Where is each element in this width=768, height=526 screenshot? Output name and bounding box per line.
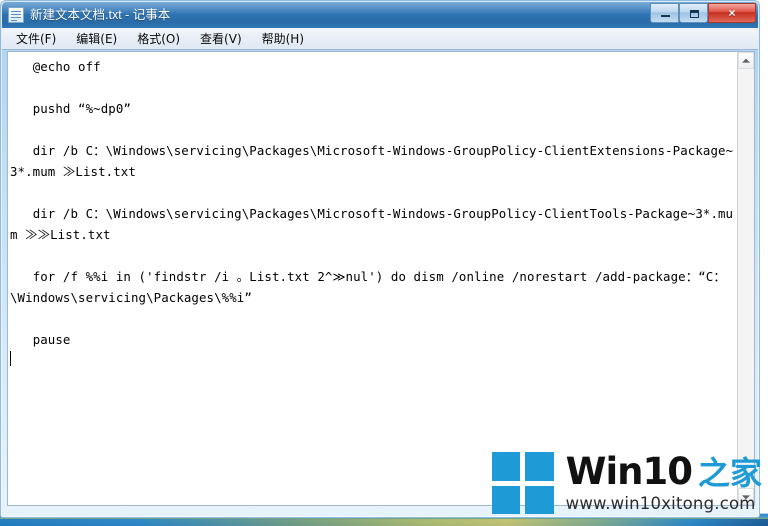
maximize-button[interactable] <box>679 3 708 23</box>
menu-item-format[interactable]: 格式(O) <box>128 29 189 49</box>
menu-bar: 文件(F) 编辑(E) 格式(O) 查看(V) 帮助(H) <box>2 28 758 50</box>
editor-text: @echo off pushd “%~dp0” dir /b C：\Window… <box>10 59 734 347</box>
text-editor[interactable]: @echo off pushd “%~dp0” dir /b C：\Window… <box>8 52 737 505</box>
scroll-down-arrow-icon <box>742 494 750 499</box>
close-button[interactable]: × <box>708 3 756 23</box>
menu-item-edit[interactable]: 编辑(E) <box>67 29 126 49</box>
scroll-up-button[interactable] <box>738 52 754 69</box>
notepad-icon <box>8 7 24 23</box>
title-bar[interactable]: 新建文本文档.txt - 记事本 × <box>2 2 758 28</box>
notepad-window: 新建文本文档.txt - 记事本 × 文件(F) 编辑(E) 格式(O) 查看(… <box>0 0 760 518</box>
scrollbar-track[interactable] <box>738 69 754 488</box>
menu-item-file[interactable]: 文件(F) <box>7 29 65 49</box>
close-icon: × <box>728 6 736 20</box>
menu-item-help[interactable]: 帮助(H) <box>253 29 313 49</box>
maximize-icon <box>690 10 699 18</box>
caption-buttons: × <box>650 3 756 23</box>
taskbar-strip <box>0 519 768 526</box>
scroll-up-arrow-icon <box>742 58 750 63</box>
window-title: 新建文本文档.txt - 记事本 <box>30 8 171 22</box>
minimize-icon <box>661 15 670 17</box>
menu-item-view[interactable]: 查看(V) <box>191 29 251 49</box>
text-caret <box>10 350 735 368</box>
scroll-down-button[interactable] <box>738 488 754 505</box>
editor-area: @echo off pushd “%~dp0” dir /b C：\Window… <box>7 51 755 506</box>
vertical-scrollbar[interactable] <box>737 52 754 505</box>
minimize-button[interactable] <box>650 3 679 23</box>
